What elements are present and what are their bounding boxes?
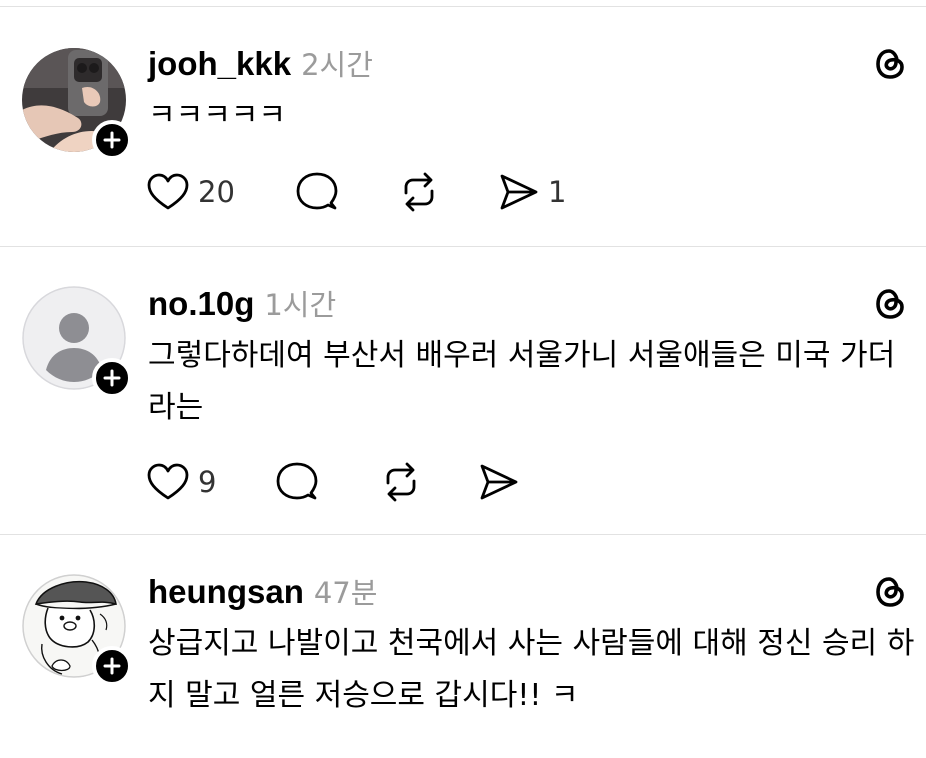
post-header: heungsan 47분: [148, 570, 377, 610]
timestamp: 47분: [313, 576, 378, 610]
share-count: 1: [548, 175, 567, 209]
plus-icon: [103, 131, 121, 149]
plus-icon: [103, 369, 121, 387]
heart-icon: [147, 173, 189, 210]
timestamp: 1시간: [264, 288, 337, 322]
share-icon: [480, 464, 518, 500]
follow-button[interactable]: [92, 358, 132, 398]
threads-logo-icon[interactable]: [872, 286, 908, 322]
share-button[interactable]: 1: [498, 169, 566, 215]
like-count: 9: [198, 465, 217, 499]
plus-icon: [103, 657, 121, 675]
repost-icon: [404, 172, 434, 212]
post-text: 그렇다하데여 부산서 배우러 서울가니 서울애들은 미국 가더라는: [148, 338, 896, 425]
share-icon: [500, 174, 538, 210]
follow-button[interactable]: [92, 646, 132, 686]
share-button[interactable]: [478, 459, 520, 505]
repost-icon: [386, 462, 416, 502]
thread-post[interactable]: jooh_kkk 2시간 ㅋㅋㅋㅋㅋ 20 1: [0, 0, 926, 246]
avatar-wrap[interactable]: [22, 286, 132, 398]
timestamp: 2시간: [301, 48, 373, 82]
comment-icon: [276, 462, 318, 500]
comment-icon: [296, 172, 338, 210]
action-bar: 9: [146, 459, 566, 505]
repost-button[interactable]: [380, 459, 422, 505]
username[interactable]: jooh_kkk: [148, 45, 291, 83]
follow-button[interactable]: [92, 120, 132, 160]
threads-logo-icon[interactable]: [872, 46, 908, 82]
threads-logo-icon[interactable]: [872, 574, 908, 610]
repost-button[interactable]: [398, 169, 440, 215]
like-button[interactable]: 9: [146, 459, 216, 505]
thread-post[interactable]: heungsan 47분 상급지고 나발이고 천국에서 사는 사람들에 대해 정…: [0, 534, 926, 758]
username[interactable]: heungsan: [148, 573, 304, 611]
post-text: 상급지고 나발이고 천국에서 사는 사람들에 대해 정신 승리 하지 말고 얼른…: [148, 626, 915, 713]
thread-post[interactable]: no.10g 1시간 그렇다하데여 부산서 배우러 서울가니 서울애들은 미국 …: [0, 246, 926, 534]
like-button[interactable]: 20: [146, 169, 235, 215]
post-text: ㅋㅋㅋㅋㅋ: [148, 98, 286, 133]
username[interactable]: no.10g: [148, 285, 254, 323]
avatar-wrap[interactable]: [22, 574, 132, 686]
heart-icon: [147, 463, 189, 500]
comment-button[interactable]: [276, 459, 318, 505]
post-header: jooh_kkk 2시간: [148, 42, 373, 82]
post-header: no.10g 1시간: [148, 282, 336, 322]
action-bar: 20 1: [146, 169, 606, 215]
like-count: 20: [198, 175, 235, 209]
comment-button[interactable]: [296, 169, 338, 215]
avatar-wrap[interactable]: [22, 48, 132, 160]
